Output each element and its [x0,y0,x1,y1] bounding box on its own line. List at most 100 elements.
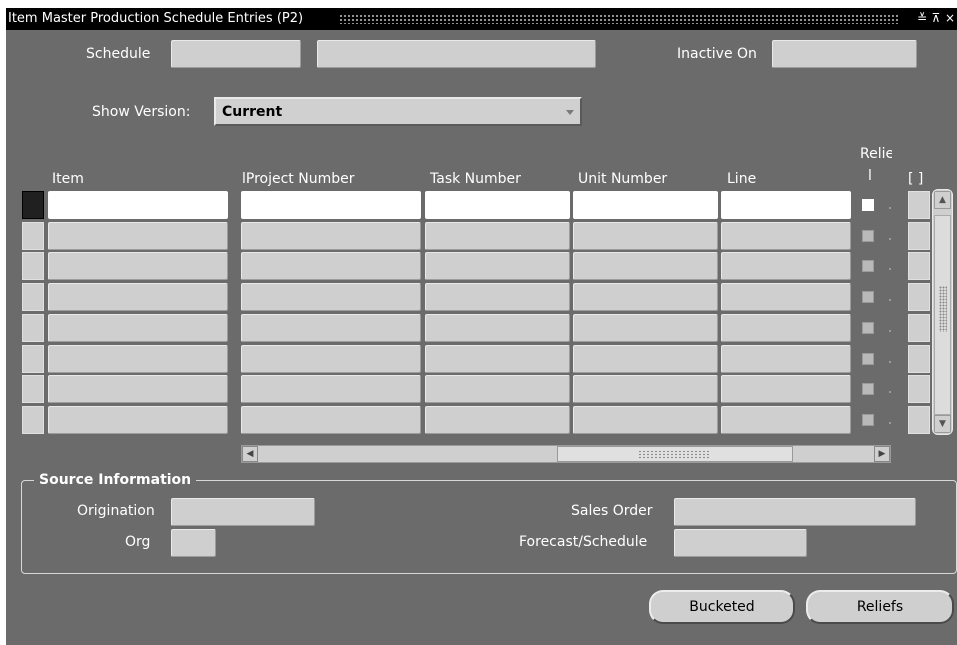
chevron-down-icon[interactable] [566,110,574,115]
vertical-scrollbar[interactable]: ▲ ▼ [932,189,953,435]
line-cell[interactable] [721,345,851,373]
project-number-cell[interactable] [241,345,421,373]
sales-order-field[interactable] [674,498,916,526]
show-version-label: Show Version: [92,104,191,120]
scroll-up-icon[interactable]: ▲ [934,191,951,209]
org-field[interactable] [171,529,216,557]
relief-checkbox[interactable] [862,353,874,365]
unit-number-cell[interactable] [573,283,718,311]
scroll-right-icon[interactable]: ▶ [874,446,890,462]
relief-checkbox[interactable] [862,414,874,426]
line-cell[interactable] [721,252,851,280]
row-descriptive-flex-button[interactable] [908,375,930,403]
project-number-cell[interactable] [241,406,421,434]
project-number-cell[interactable] [241,252,421,280]
line-cell[interactable] [721,406,851,434]
item-cell[interactable] [48,191,228,219]
reliefs-button[interactable]: Reliefs [806,590,954,624]
row-selector[interactable] [22,222,44,250]
task-number-cell[interactable] [425,283,570,311]
row-selector[interactable] [22,406,44,434]
row-selector[interactable] [22,191,44,219]
unit-number-cell[interactable] [573,252,718,280]
project-number-cell[interactable] [241,375,421,403]
row-selector[interactable] [22,314,44,342]
project-number-cell[interactable] [241,191,421,219]
show-version-select[interactable]: Current [214,97,582,126]
row-selector[interactable] [22,252,44,280]
horizontal-scroll-thumb[interactable] [557,446,793,462]
task-number-cell[interactable] [425,345,570,373]
row-dot [889,422,891,424]
row-selector[interactable] [22,375,44,403]
project-number-cell[interactable] [241,283,421,311]
minimize-icon[interactable]: ≚ [916,11,928,25]
row-descriptive-flex-button[interactable] [908,406,930,434]
task-number-cell[interactable] [425,222,570,250]
relief-checkbox[interactable] [862,230,874,242]
item-cell[interactable] [48,252,228,280]
unit-number-cell[interactable] [573,375,718,403]
bucketed-button[interactable]: Bucketed [649,590,795,624]
line-cell[interactable] [721,314,851,342]
row-selector[interactable] [22,283,44,311]
forecast-schedule-label: Forecast/Schedule [519,534,648,550]
unit-number-cell[interactable] [573,406,718,434]
unit-number-cell[interactable] [573,222,718,250]
scroll-down-icon[interactable]: ▼ [934,415,951,433]
task-number-cell[interactable] [425,191,570,219]
schedule-field[interactable] [171,40,301,68]
line-cell[interactable] [721,191,851,219]
item-cell[interactable] [48,222,228,250]
column-header-relief-suffix: l [868,168,872,184]
scroll-left-icon[interactable]: ◀ [242,446,258,462]
row-dot [889,391,891,393]
row-dot [889,299,891,301]
row-dot [889,361,891,363]
line-cell[interactable] [721,375,851,403]
item-cell[interactable] [48,283,228,311]
item-cell[interactable] [48,375,228,403]
vertical-scroll-thumb[interactable] [934,215,951,415]
row-descriptive-flex-button[interactable] [908,345,930,373]
schedule-description-field[interactable] [317,40,596,68]
grip-icon [939,286,947,332]
origination-field[interactable] [171,498,315,526]
line-cell[interactable] [721,222,851,250]
row-descriptive-flex-button[interactable] [908,283,930,311]
row-descriptive-flex-button[interactable] [908,314,930,342]
item-cell[interactable] [48,314,228,342]
inactive-on-label: Inactive On [677,46,757,62]
task-number-cell[interactable] [425,314,570,342]
maximize-icon[interactable]: ⊼ [930,11,942,25]
unit-number-cell[interactable] [573,345,718,373]
item-cell[interactable] [48,345,228,373]
project-number-cell[interactable] [241,314,421,342]
forecast-schedule-field[interactable] [674,529,807,557]
title-bar[interactable]: Item Master Production Schedule Entries … [6,8,957,30]
row-descriptive-flex-button[interactable] [908,222,930,250]
unit-number-cell[interactable] [573,314,718,342]
row-dot [889,330,891,332]
task-number-cell[interactable] [425,252,570,280]
item-cell[interactable] [48,406,228,434]
row-selector[interactable] [22,345,44,373]
close-icon[interactable]: × [944,11,956,25]
relief-checkbox[interactable] [862,260,874,272]
relief-checkbox[interactable] [862,199,874,211]
line-cell[interactable] [721,283,851,311]
column-header-project-number: lProject Number [242,171,355,187]
inactive-on-field[interactable] [772,40,917,68]
task-number-cell[interactable] [425,375,570,403]
task-number-cell[interactable] [425,406,570,434]
relief-checkbox[interactable] [862,383,874,395]
relief-checkbox[interactable] [862,291,874,303]
project-number-cell[interactable] [241,222,421,250]
show-version-value: Current [222,104,283,120]
row-descriptive-flex-button[interactable] [908,191,930,219]
unit-number-cell[interactable] [573,191,718,219]
relief-checkbox[interactable] [862,322,874,334]
grip-icon [638,450,710,459]
row-descriptive-flex-button[interactable] [908,252,930,280]
horizontal-scrollbar[interactable]: ◀ ▶ [241,445,891,463]
